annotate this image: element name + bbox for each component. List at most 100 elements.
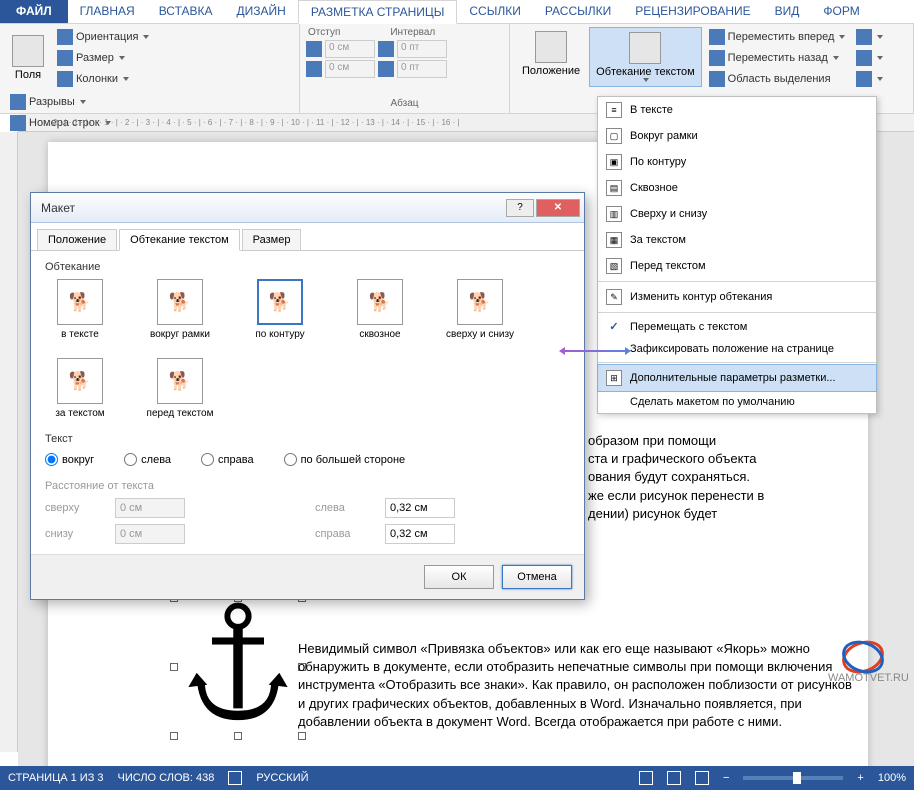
- size-icon: [57, 50, 73, 66]
- topbottom-icon: ▥: [606, 206, 622, 222]
- tab-design[interactable]: ДИЗАЙН: [225, 0, 298, 23]
- zoom-out[interactable]: −: [723, 772, 729, 784]
- dialog-close-button[interactable]: ✕: [536, 199, 580, 217]
- distance-section-label: Расстояние от текста: [45, 480, 570, 492]
- dd-move-with-text[interactable]: ✓Перемещать с текстом: [598, 315, 876, 338]
- dd-tight[interactable]: ▣По контуру: [598, 149, 876, 175]
- wrap-opt-topbottom[interactable]: 🐕сверху и снизу: [445, 279, 515, 340]
- dd-inline[interactable]: ≡В тексте: [598, 97, 876, 123]
- radio-left[interactable]: слева: [124, 453, 171, 466]
- selection-pane-button[interactable]: Область выделения: [705, 69, 850, 89]
- dist-left-input[interactable]: [385, 498, 455, 518]
- send-backward-icon: [709, 50, 725, 66]
- dd-infront[interactable]: ▧Перед текстом: [598, 253, 876, 279]
- text-block-2: Невидимый символ «Привязка объектов» или…: [298, 640, 858, 731]
- view-web-icon[interactable]: [695, 771, 709, 785]
- dist-bottom-input[interactable]: [115, 524, 185, 544]
- group-button[interactable]: [852, 48, 887, 68]
- zoom-in[interactable]: +: [857, 772, 863, 784]
- columns-button[interactable]: Колонки: [53, 69, 153, 89]
- indent-left-spinner[interactable]: 0 см: [325, 40, 375, 58]
- dist-top-input[interactable]: [115, 498, 185, 518]
- tab-insert[interactable]: ВСТАВКА: [147, 0, 225, 23]
- tab-home[interactable]: ГЛАВНАЯ: [68, 0, 147, 23]
- spacing-before-spinner[interactable]: 0 пт: [397, 40, 447, 58]
- align-button[interactable]: [852, 27, 887, 47]
- statusbar: СТРАНИЦА 1 ИЗ 3 ЧИСЛО СЛОВ: 438 РУССКИЙ …: [0, 766, 914, 790]
- rotate-button[interactable]: [852, 69, 887, 89]
- wrap-options: 🐕в тексте 🐕вокруг рамки 🐕по контуру 🐕скв…: [45, 279, 570, 419]
- dist-bottom-label: снизу: [45, 528, 105, 540]
- dist-right-input[interactable]: [385, 524, 455, 544]
- dd-square[interactable]: ▢Вокруг рамки: [598, 123, 876, 149]
- wrap-opt-infront[interactable]: 🐕перед текстом: [145, 358, 215, 419]
- spacing-before-icon: [378, 41, 394, 57]
- size-button[interactable]: Размер: [53, 48, 153, 68]
- wrap-section-label: Обтекание: [45, 261, 570, 273]
- status-proof-icon[interactable]: [228, 771, 242, 785]
- spacing-after-spinner[interactable]: 0 пт: [397, 60, 447, 78]
- dlg-tab-size[interactable]: Размер: [242, 229, 302, 250]
- send-backward-button[interactable]: Переместить назад: [705, 48, 850, 68]
- tab-format[interactable]: ФОРМ: [811, 0, 871, 23]
- radio-largest[interactable]: по большей стороне: [284, 453, 406, 466]
- selection-pane-icon: [709, 71, 725, 87]
- margins-button[interactable]: Поля: [6, 31, 50, 85]
- wrap-text-button[interactable]: Обтекание текстом: [589, 27, 702, 87]
- dd-more-options[interactable]: ⊞Дополнительные параметры разметки...: [597, 364, 877, 392]
- dd-behind[interactable]: ▦За текстом: [598, 227, 876, 253]
- dlg-tab-wrap[interactable]: Обтекание текстом: [119, 229, 240, 251]
- status-page[interactable]: СТРАНИЦА 1 ИЗ 3: [8, 772, 104, 784]
- view-print-icon[interactable]: [667, 771, 681, 785]
- text-section-label: Текст: [45, 433, 570, 445]
- group-icon: [856, 50, 872, 66]
- dd-set-default[interactable]: Сделать макетом по умолчанию: [598, 391, 876, 413]
- bring-forward-button[interactable]: Переместить вперед: [705, 27, 850, 47]
- margins-label: Поля: [15, 69, 41, 81]
- dialog-title: Макет: [41, 201, 75, 215]
- tab-review[interactable]: РЕЦЕНЗИРОВАНИЕ: [623, 0, 762, 23]
- indent-right-spinner[interactable]: 0 см: [325, 60, 375, 78]
- position-icon: [535, 31, 567, 63]
- radio-right[interactable]: справа: [201, 453, 254, 466]
- wrap-opt-inline[interactable]: 🐕в тексте: [45, 279, 115, 340]
- tab-page-layout[interactable]: РАЗМЕТКА СТРАНИЦЫ: [298, 0, 458, 24]
- dist-right-label: справа: [315, 528, 375, 540]
- position-button[interactable]: Положение: [516, 27, 586, 81]
- dlg-tab-position[interactable]: Положение: [37, 229, 117, 250]
- dd-fix-position[interactable]: Зафиксировать положение на странице: [598, 338, 876, 360]
- annotation-arrow: [565, 350, 625, 352]
- breaks-button[interactable]: Разрывы: [6, 92, 165, 112]
- ok-button[interactable]: ОК: [424, 565, 494, 589]
- breaks-icon: [10, 94, 26, 110]
- radio-around[interactable]: вокруг: [45, 453, 94, 466]
- dd-through[interactable]: ▤Сквозное: [598, 175, 876, 201]
- dist-left-label: слева: [315, 502, 375, 514]
- status-lang[interactable]: РУССКИЙ: [256, 772, 308, 784]
- tab-mailings[interactable]: РАССЫЛКИ: [533, 0, 623, 23]
- zoom-slider[interactable]: [743, 776, 843, 780]
- wrap-opt-through[interactable]: 🐕сквозное: [345, 279, 415, 340]
- wamotvet-text: WAMOTVET.RU: [828, 672, 909, 684]
- check-icon: ✓: [606, 320, 622, 333]
- status-words[interactable]: ЧИСЛО СЛОВ: 438: [118, 772, 215, 784]
- dialog-help-button[interactable]: ?: [506, 199, 534, 217]
- wrap-opt-behind[interactable]: 🐕за текстом: [45, 358, 115, 419]
- zoom-value[interactable]: 100%: [878, 772, 906, 784]
- cancel-button[interactable]: Отмена: [502, 565, 572, 589]
- wrap-opt-square[interactable]: 🐕вокруг рамки: [145, 279, 215, 340]
- orientation-button[interactable]: Ориентация: [53, 27, 153, 47]
- edit-wrap-icon: ✎: [606, 289, 622, 305]
- dd-topbottom[interactable]: ▥Сверху и снизу: [598, 201, 876, 227]
- tab-references[interactable]: ССЫЛКИ: [457, 0, 532, 23]
- dialog-titlebar[interactable]: Макет ? ✕: [31, 193, 584, 223]
- tab-file[interactable]: ФАЙЛ: [0, 0, 68, 23]
- more-options-icon: ⊞: [606, 370, 622, 386]
- wrap-opt-tight[interactable]: 🐕по контуру: [245, 279, 315, 340]
- dist-top-label: сверху: [45, 502, 105, 514]
- view-read-icon[interactable]: [639, 771, 653, 785]
- ruler-vertical[interactable]: [0, 132, 18, 752]
- image-selection-handles[interactable]: [173, 597, 303, 737]
- dd-edit-wrap[interactable]: ✎Изменить контур обтекания: [598, 284, 876, 310]
- tab-view[interactable]: ВИД: [763, 0, 812, 23]
